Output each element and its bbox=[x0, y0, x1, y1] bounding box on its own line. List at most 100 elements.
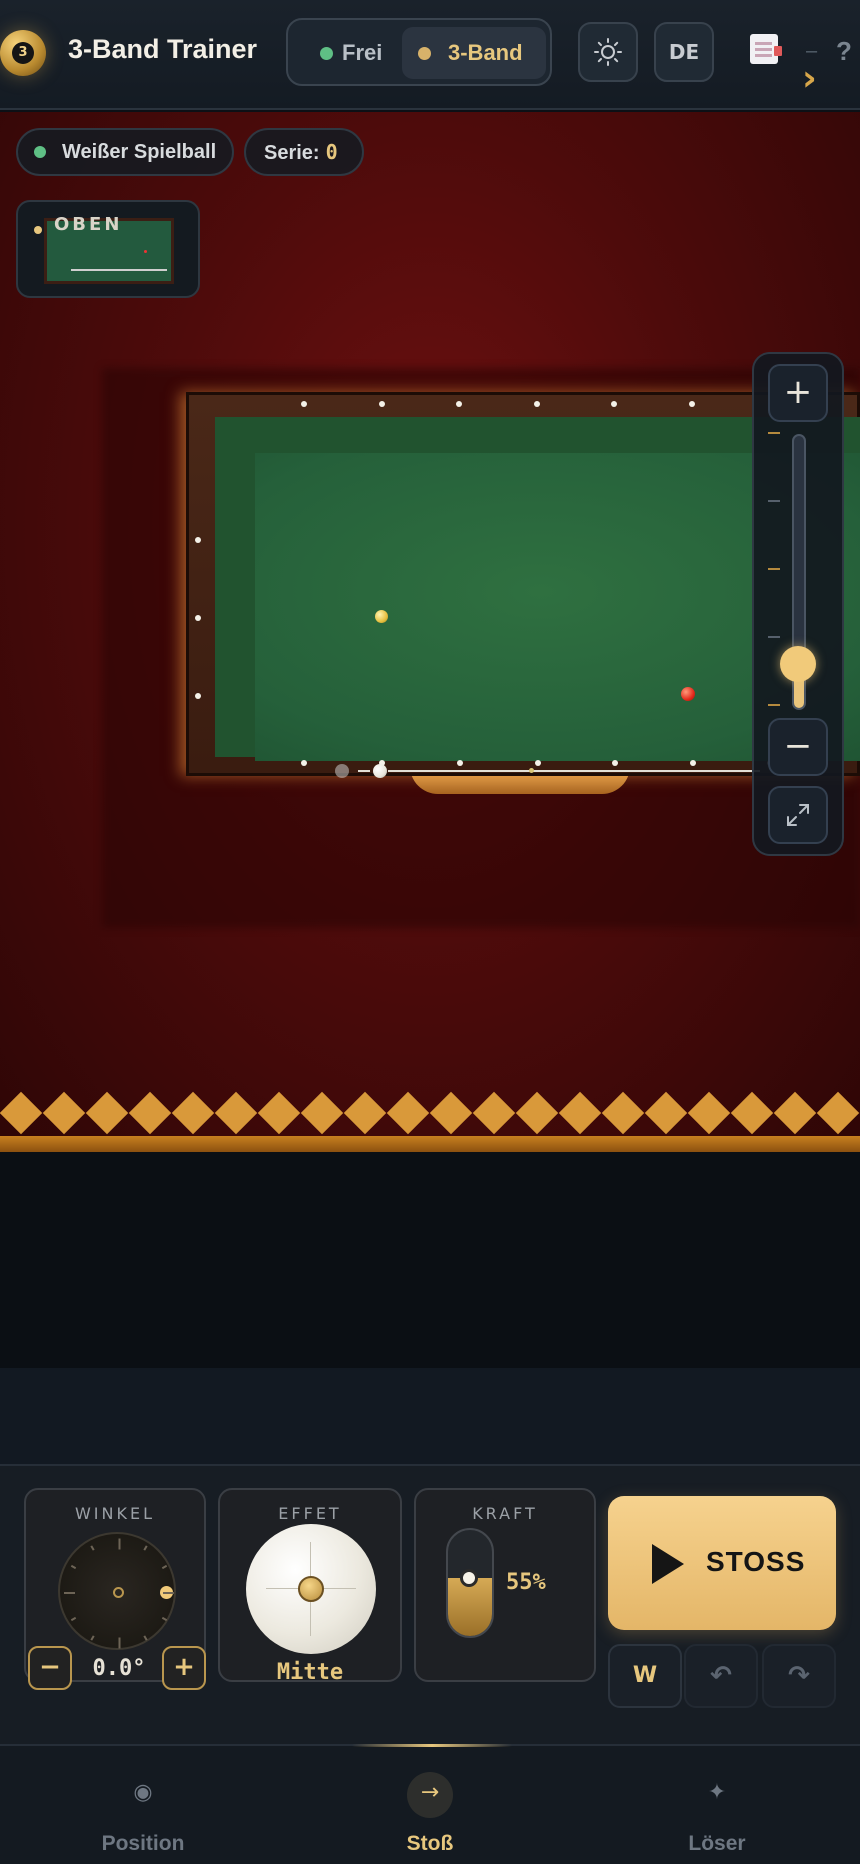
border-diamond bbox=[687, 1091, 731, 1135]
nav-item-loeser-label: Löser bbox=[688, 1832, 746, 1855]
gold-trim bbox=[0, 1136, 860, 1152]
zoom-tick bbox=[768, 500, 780, 502]
help-button[interactable]: ? bbox=[836, 36, 852, 67]
angle-decrease-button[interactable]: − bbox=[28, 1646, 72, 1690]
spin-contact-point[interactable] bbox=[298, 1576, 324, 1602]
series-value: 0 bbox=[325, 140, 338, 164]
sun-icon bbox=[594, 38, 622, 66]
aim-marker bbox=[529, 768, 534, 773]
angle-dial[interactable] bbox=[58, 1532, 176, 1650]
undo-button[interactable]: ↶ bbox=[684, 1644, 758, 1708]
arrow-right-icon: → bbox=[420, 1780, 440, 1805]
mode-free-dot-icon bbox=[320, 47, 333, 60]
dial-tick bbox=[90, 1544, 95, 1551]
fit-view-button[interactable] bbox=[768, 786, 828, 844]
dial-tick bbox=[70, 1564, 77, 1569]
dial-tick bbox=[163, 1592, 174, 1594]
power-label: KRAFT bbox=[472, 1504, 538, 1523]
dial-tick bbox=[118, 1538, 120, 1549]
zoom-in-button[interactable]: + bbox=[768, 364, 828, 422]
zoom-tick bbox=[768, 432, 780, 434]
minimap-aim-line bbox=[71, 269, 167, 271]
rail-diamond-marker bbox=[611, 401, 617, 407]
bottom-navigation: ◉ Position → Stoß ✦ Löser bbox=[0, 1744, 860, 1864]
rail-diamond-marker bbox=[379, 401, 385, 407]
series-counter: Serie: 0 bbox=[244, 128, 364, 176]
mode-3band-button[interactable]: 3-Band bbox=[402, 27, 546, 79]
zoom-slider-knob[interactable] bbox=[780, 646, 816, 683]
chevron-right-icon[interactable]: › bbox=[802, 58, 817, 99]
expand-icon bbox=[787, 804, 809, 826]
status-dot-icon bbox=[34, 146, 46, 158]
table-scene[interactable]: Weißer Spielball Serie: 0 OBEN + − bbox=[0, 112, 860, 1152]
document-icon[interactable] bbox=[750, 34, 782, 64]
border-diamond bbox=[128, 1091, 172, 1135]
power-card: KRAFT 55% bbox=[414, 1488, 596, 1682]
logo-ball-icon: 3 bbox=[0, 30, 46, 76]
border-diamond bbox=[644, 1091, 688, 1135]
rail-diamond-marker bbox=[534, 401, 540, 407]
status-strip bbox=[0, 1368, 860, 1464]
cue-ball-selector-label: Weißer Spielball bbox=[62, 141, 217, 163]
yellow-ball[interactable] bbox=[375, 610, 388, 623]
border-diamond bbox=[773, 1091, 817, 1135]
rail-diamond-marker bbox=[195, 693, 201, 699]
minimap-dot-icon bbox=[34, 226, 42, 234]
rail-diamond-marker bbox=[301, 760, 307, 766]
nav-item-stoss-label: Stoß bbox=[406, 1832, 454, 1855]
angle-value: 0.0° bbox=[92, 1656, 146, 1681]
dial-tick bbox=[64, 1592, 75, 1594]
red-ball[interactable] bbox=[681, 687, 695, 701]
rail-diamond-marker bbox=[456, 401, 462, 407]
border-diamond bbox=[214, 1091, 258, 1135]
border-diamond bbox=[472, 1091, 516, 1135]
shoot-button[interactable]: STOSS bbox=[608, 1496, 836, 1630]
power-value: 55% bbox=[506, 1570, 546, 1595]
zoom-tick bbox=[768, 636, 780, 638]
series-label: Serie: bbox=[264, 142, 320, 164]
undo-icon: ↶ bbox=[710, 1661, 732, 1691]
border-diamond bbox=[601, 1091, 645, 1135]
border-diamond bbox=[0, 1091, 43, 1135]
nav-item-position[interactable]: ◉ Position bbox=[0, 1746, 286, 1864]
mode-free-label: Frei bbox=[342, 40, 383, 65]
zoom-out-button[interactable]: − bbox=[768, 718, 828, 776]
theme-toggle-button[interactable] bbox=[578, 22, 638, 82]
mode-3band-label: 3-Band bbox=[448, 40, 523, 65]
power-slider[interactable] bbox=[446, 1528, 494, 1638]
rail-diamond-marker bbox=[689, 401, 695, 407]
cue-ball-selector[interactable]: Weißer Spielball bbox=[16, 128, 234, 176]
redo-button[interactable]: ↷ bbox=[762, 1644, 836, 1708]
white-cue-ball[interactable] bbox=[373, 764, 387, 778]
mode-switch: Frei 3-Band bbox=[286, 18, 552, 86]
minimap[interactable]: OBEN bbox=[16, 200, 200, 298]
rail-diamond-marker bbox=[457, 760, 463, 766]
zoom-tick bbox=[768, 568, 780, 570]
angle-increase-button[interactable]: + bbox=[162, 1646, 206, 1690]
border-diamond bbox=[730, 1091, 774, 1135]
empty-area bbox=[0, 1152, 860, 1368]
effect-card: EFFET Mitte bbox=[218, 1488, 402, 1685]
rail-diamond-marker bbox=[195, 615, 201, 621]
rail-diamond-marker bbox=[690, 760, 696, 766]
dial-tick bbox=[118, 1637, 120, 1648]
dial-tick bbox=[143, 1635, 148, 1642]
mode-free-button[interactable]: Frei bbox=[296, 27, 418, 79]
power-slider-knob[interactable] bbox=[460, 1568, 478, 1587]
nav-item-stoss[interactable]: → Stoß bbox=[287, 1746, 573, 1864]
border-diamond bbox=[42, 1091, 86, 1135]
aim-line bbox=[388, 770, 760, 772]
effect-value: Mitte bbox=[276, 1660, 344, 1685]
w-button[interactable]: W bbox=[608, 1644, 682, 1708]
nav-item-position-label: Position bbox=[101, 1832, 185, 1855]
minimap-view-label: OBEN bbox=[54, 214, 123, 235]
border-diamond bbox=[816, 1091, 860, 1135]
border-diamond bbox=[343, 1091, 387, 1135]
spin-selector[interactable] bbox=[246, 1524, 376, 1654]
nav-item-loeser[interactable]: ✦ Löser bbox=[574, 1746, 860, 1864]
dial-tick bbox=[161, 1564, 168, 1569]
language-button[interactable]: DE bbox=[654, 22, 714, 82]
top-bar: 3 3-Band Trainer Frei 3-Band DE – ? › bbox=[0, 0, 860, 110]
dial-tick bbox=[161, 1617, 168, 1622]
border-diamond bbox=[85, 1091, 129, 1135]
